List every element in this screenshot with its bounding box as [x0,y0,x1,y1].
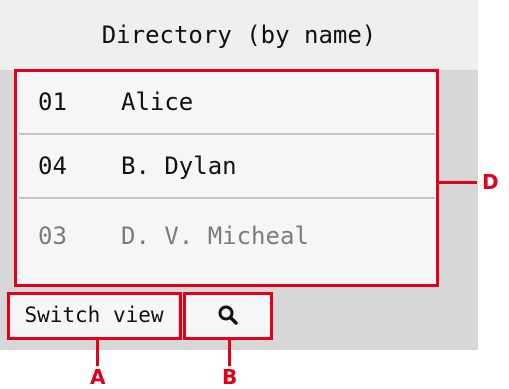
row-divider [19,197,435,199]
callout-line-d [439,181,477,184]
callout-label-d: D [482,170,499,194]
callout-label-b: B [222,365,238,389]
callout-line-b [228,340,231,366]
entry-number: 03 [38,222,67,250]
callout-line-a [96,340,99,366]
search-button[interactable] [186,293,270,337]
page-title-text: Directory (by name) [101,21,377,49]
switch-view-label: Switch view [24,303,164,327]
entry-number: 01 [38,88,67,116]
list-item[interactable]: 01 Alice [14,70,438,134]
entry-name: B. Dylan [121,152,237,180]
entry-number: 04 [38,152,67,180]
list-item[interactable]: 04 B. Dylan [14,134,438,198]
entry-name: D. V. Micheal [121,222,309,250]
list-item[interactable]: 03 D. V. Micheal [14,204,438,268]
search-icon [218,305,238,325]
switch-view-button[interactable]: Switch view [10,293,178,337]
printer-screen: Directory (by name) 01 Alice 04 B. Dylan… [0,0,478,350]
callout-label-a: A [90,365,106,389]
page-title: Directory (by name) [0,0,478,70]
entry-name: Alice [121,88,194,116]
directory-list: 01 Alice 04 B. Dylan 03 D. V. Micheal [14,70,438,285]
